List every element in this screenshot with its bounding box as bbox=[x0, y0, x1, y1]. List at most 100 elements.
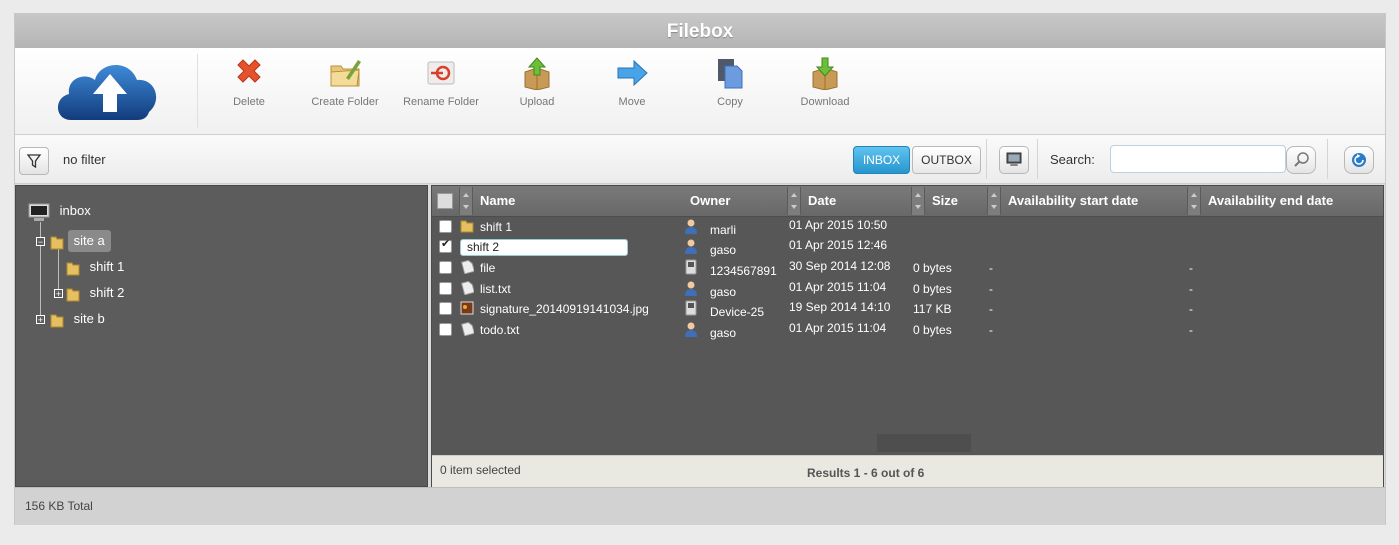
row-checkbox[interactable] bbox=[439, 220, 452, 233]
row-checkbox[interactable] bbox=[439, 261, 452, 274]
divider bbox=[1037, 139, 1038, 179]
rename-input[interactable]: shift 2 bbox=[460, 239, 628, 256]
inbox-toggle[interactable]: INBOX bbox=[853, 146, 910, 174]
expand-toggle[interactable]: + bbox=[36, 315, 45, 325]
magnifier-icon bbox=[1294, 152, 1309, 167]
rename-folder-button[interactable]: Rename Folder bbox=[393, 56, 489, 126]
user-icon bbox=[685, 281, 697, 296]
funnel-icon bbox=[26, 154, 42, 169]
delete-button[interactable]: Delete bbox=[201, 56, 297, 126]
file-date: 19 Sep 2014 14:10 bbox=[789, 300, 891, 314]
divider bbox=[1327, 139, 1328, 179]
folder-type-icon bbox=[460, 219, 474, 239]
file-name[interactable]: shift 1 bbox=[480, 217, 512, 237]
sort-toggle[interactable] bbox=[911, 187, 925, 215]
folder-icon bbox=[460, 220, 474, 233]
tree-item-site-a[interactable]: site a bbox=[50, 230, 111, 252]
file-grid: Name Owner Date Size Availability start … bbox=[431, 185, 1384, 487]
search-input[interactable] bbox=[1110, 145, 1286, 173]
download-button[interactable]: Download bbox=[777, 56, 873, 126]
rename-folder-icon bbox=[427, 61, 455, 85]
row-checkbox[interactable] bbox=[439, 282, 452, 295]
col-size[interactable]: Size bbox=[932, 186, 958, 216]
table-row[interactable]: list.txt gaso 01 Apr 2015 11:04 0 bytes - - bbox=[432, 279, 1383, 299]
sort-toggle[interactable] bbox=[1187, 187, 1201, 215]
divider bbox=[986, 139, 987, 179]
file-name[interactable]: signature_20140919141034.jpg bbox=[480, 299, 649, 319]
table-row[interactable]: shift 2 gaso 01 Apr 2015 12:46 bbox=[432, 237, 1383, 257]
tree-root-label: inbox bbox=[59, 203, 91, 218]
row-checkbox[interactable] bbox=[439, 323, 452, 336]
device-icon bbox=[685, 259, 697, 275]
filter-button[interactable] bbox=[19, 147, 49, 175]
owner-name: gaso bbox=[710, 243, 737, 257]
file-type-icon bbox=[460, 321, 475, 342]
upload-label: Upload bbox=[519, 96, 555, 108]
refresh-button[interactable] bbox=[1344, 146, 1374, 174]
upload-button[interactable]: Upload bbox=[489, 56, 585, 126]
availability-end: - bbox=[1189, 323, 1193, 337]
tree-item-shift-1[interactable]: shift 1 bbox=[66, 256, 130, 278]
rename-folder-label: Rename Folder bbox=[403, 96, 479, 108]
outbox-toggle[interactable]: OUTBOX bbox=[912, 146, 981, 174]
search-button[interactable] bbox=[1286, 146, 1316, 174]
sort-toggle[interactable] bbox=[787, 187, 801, 215]
tree-item-label: site b bbox=[73, 311, 105, 326]
file-icon bbox=[460, 321, 475, 337]
file-icon bbox=[460, 280, 475, 296]
tree-item-shift-2[interactable]: shift 2 bbox=[66, 282, 130, 304]
availability-end: - bbox=[1189, 261, 1193, 275]
col-date[interactable]: Date bbox=[808, 186, 836, 216]
availability-end: - bbox=[1189, 302, 1193, 316]
sort-toggle[interactable] bbox=[987, 187, 1001, 215]
row-checkbox[interactable] bbox=[439, 302, 452, 315]
file-date: 01 Apr 2015 11:04 bbox=[789, 280, 887, 294]
download-label: Download bbox=[800, 96, 850, 108]
table-row[interactable]: file 1234567891 30 Sep 2014 12:08 0 bytes - - bbox=[432, 258, 1383, 278]
create-folder-button[interactable]: Create Folder bbox=[297, 56, 393, 126]
file-size: 0 bytes bbox=[913, 323, 952, 337]
tree-item-site-b[interactable]: site b bbox=[50, 308, 111, 330]
create-folder-icon bbox=[330, 60, 361, 87]
filter-status: no filter bbox=[63, 152, 106, 167]
collapse-toggle[interactable]: − bbox=[36, 237, 45, 247]
device-owner-icon bbox=[684, 300, 698, 320]
tree-root-inbox[interactable]: inbox bbox=[28, 200, 97, 222]
toolbar-separator bbox=[197, 54, 198, 128]
tree-item-label: shift 2 bbox=[89, 285, 125, 300]
file-date: 01 Apr 2015 12:46 bbox=[789, 238, 888, 252]
expand-toggle[interactable]: + bbox=[54, 289, 63, 299]
computer-icon bbox=[28, 203, 50, 221]
file-name[interactable]: todo.txt bbox=[480, 320, 519, 340]
user-icon bbox=[685, 322, 697, 337]
file-icon bbox=[460, 259, 475, 275]
select-all-icon[interactable] bbox=[437, 193, 453, 209]
owner-name: gaso bbox=[710, 326, 737, 340]
move-button[interactable]: Move bbox=[584, 56, 680, 126]
file-name[interactable]: shift 2 bbox=[460, 237, 628, 257]
col-owner[interactable]: Owner bbox=[690, 186, 730, 216]
col-availability-start[interactable]: Availability start date bbox=[1008, 186, 1138, 216]
scrollbar-thumb[interactable] bbox=[877, 434, 971, 452]
image-file-icon bbox=[460, 301, 474, 315]
col-availability-end[interactable]: Availability end date bbox=[1208, 186, 1333, 216]
copy-label: Copy bbox=[717, 96, 743, 108]
cloud-upload-logo-icon bbox=[51, 54, 161, 124]
file-name[interactable]: list.txt bbox=[480, 279, 511, 299]
sort-toggle[interactable] bbox=[459, 187, 473, 215]
table-row[interactable]: todo.txt gaso 01 Apr 2015 11:04 0 bytes - - bbox=[432, 320, 1383, 340]
col-name[interactable]: Name bbox=[480, 186, 515, 216]
table-row[interactable]: shift 1 marli 01 Apr 2015 10:50 bbox=[432, 217, 1383, 237]
file-name[interactable]: file bbox=[480, 258, 495, 278]
file-size: 117 KB bbox=[913, 302, 952, 316]
folder-icon bbox=[50, 314, 64, 328]
tree-line bbox=[58, 248, 59, 294]
folder-icon bbox=[50, 236, 64, 250]
table-row[interactable]: signature_20140919141034.jpg Device-25 19 … bbox=[432, 299, 1383, 319]
row-checkbox[interactable] bbox=[439, 237, 452, 253]
copy-button[interactable]: Copy bbox=[682, 56, 778, 126]
device-button[interactable] bbox=[999, 146, 1029, 174]
delete-label: Delete bbox=[233, 96, 265, 108]
window-title: Filebox bbox=[15, 14, 1385, 48]
refresh-icon bbox=[1352, 153, 1366, 167]
